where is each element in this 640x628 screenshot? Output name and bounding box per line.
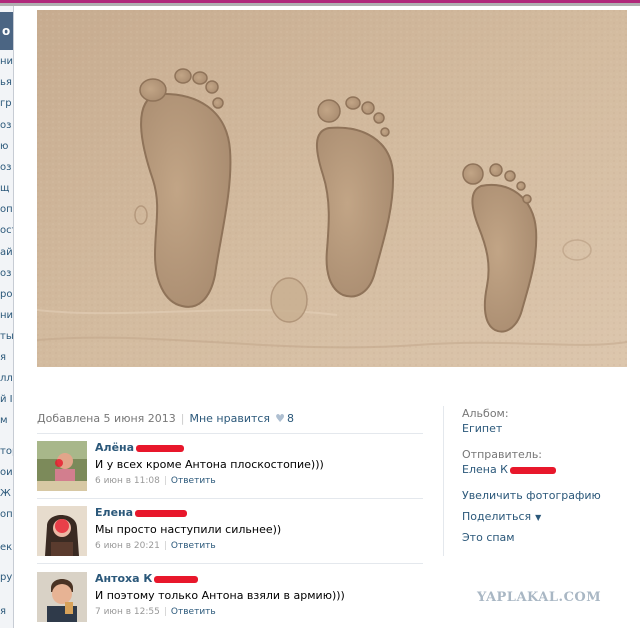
avatar[interactable] — [37, 572, 87, 622]
top-accent-bar — [0, 0, 640, 3]
left-strip-item[interactable]: ни — [0, 310, 13, 321]
divider — [37, 563, 423, 564]
comment-time[interactable]: 6 июн в 20:21 — [95, 541, 160, 551]
comment-time[interactable]: 6 июн в 11:08 — [95, 476, 160, 486]
left-strip-item[interactable]: ни — [0, 56, 13, 67]
redaction-mark — [136, 444, 185, 452]
sidebar-divider — [443, 406, 444, 556]
comment-text: Мы просто наступили сильнее)) — [95, 523, 282, 536]
left-strip-item[interactable]: тор — [0, 446, 13, 457]
left-strip-item[interactable]: оз — [0, 268, 11, 279]
reply-link[interactable]: Ответить — [171, 541, 216, 551]
divider — [37, 498, 423, 499]
sender-link[interactable]: Елена К — [462, 463, 556, 476]
left-strip-item[interactable]: оз — [0, 120, 11, 131]
left-strip-item[interactable]: ты — [0, 331, 13, 342]
comment-item: Алёна И у всех кроме Антона плоскостопие… — [37, 441, 427, 491]
left-strip-item[interactable]: гр — [0, 98, 12, 109]
left-strip-item[interactable]: оп — [0, 509, 13, 520]
left-strip-item[interactable]: ост — [0, 225, 13, 236]
comment-meta: 7 июн в 12:55 | Ответить — [95, 607, 216, 617]
report-spam-link[interactable]: Это спам — [462, 531, 515, 544]
comment-item: Елена Мы просто наступили сильнее)) 6 ию… — [37, 506, 427, 556]
reply-link[interactable]: Ответить — [171, 607, 216, 617]
left-strip-item[interactable]: ья — [0, 77, 12, 88]
heart-icon[interactable]: ♥ — [275, 412, 285, 425]
enlarge-photo-link[interactable]: Увеличить фотографию — [462, 489, 601, 502]
left-strip-item[interactable]: ай — [0, 247, 13, 258]
left-strip-item[interactable]: ру — [0, 572, 12, 583]
redaction-mark — [135, 509, 188, 517]
like-link[interactable]: Мне нравится — [189, 412, 270, 425]
comment-text: И поэтому только Антона взяли в армию))) — [95, 589, 345, 602]
separator: | — [180, 412, 185, 425]
left-strip-item[interactable]: ои — [0, 467, 13, 478]
left-strip-item[interactable]: оз — [0, 162, 11, 173]
comment-author[interactable]: Алёна — [95, 441, 185, 454]
redaction-mark — [154, 575, 199, 583]
comment-text: И у всех кроме Антона плоскостопие))) — [95, 458, 324, 471]
left-strip-item[interactable]: я — [0, 606, 6, 617]
separator: | — [163, 607, 167, 617]
left-strip-item[interactable]: оп — [0, 204, 13, 215]
comment-author[interactable]: Елена — [95, 506, 188, 519]
comment-author[interactable]: Антоха К — [95, 572, 199, 585]
left-strip-item[interactable]: лл — [0, 373, 13, 384]
share-link[interactable]: Поделиться ▼ — [462, 510, 541, 523]
watermark: YAPLAKAL.COM — [477, 590, 602, 605]
separator: | — [163, 541, 167, 551]
comment-meta: 6 июн в 20:21 | Ответить — [95, 541, 216, 551]
album-link[interactable]: Египет — [462, 422, 502, 435]
left-strip-item[interactable]: ро — [0, 289, 12, 300]
photo-meta: Добавлена 5 июня 2013 | Мне нравится ♥ 8 — [37, 412, 294, 425]
avatar[interactable] — [37, 506, 87, 556]
left-strip-item[interactable]: ек — [0, 542, 12, 553]
chevron-down-icon: ▼ — [535, 513, 542, 522]
comment-time[interactable]: 7 июн в 12:55 — [95, 607, 160, 617]
left-strip-item[interactable]: я — [0, 352, 6, 363]
like-count[interactable]: 8 — [287, 412, 294, 425]
comment-item: Антоха К И поэтому только Антона взяли в… — [37, 572, 427, 622]
left-strip-item[interactable]: м — [0, 415, 8, 426]
sender-label: Отправитель: — [462, 448, 543, 461]
added-date: Добавлена 5 июня 2013 — [37, 412, 176, 425]
separator: | — [163, 476, 167, 486]
left-strip-item[interactable]: щ — [0, 183, 9, 194]
left-strip-header: о — [0, 12, 13, 50]
left-strip-item[interactable]: Ж — [0, 488, 11, 499]
reply-link[interactable]: Ответить — [171, 476, 216, 486]
left-strip-item[interactable]: ю — [0, 141, 8, 152]
comment-meta: 6 июн в 11:08 | Ответить — [95, 476, 216, 486]
left-strip-item[interactable]: й I — [0, 394, 13, 405]
left-sidebar-strip: о ни ья гр оз ю оз щ оп ост ай оз ро ни … — [0, 6, 14, 628]
avatar[interactable] — [37, 441, 87, 491]
divider — [37, 433, 423, 434]
photo-footprints[interactable] — [37, 10, 627, 367]
album-label: Альбом: — [462, 407, 509, 420]
redaction-mark — [510, 466, 556, 474]
